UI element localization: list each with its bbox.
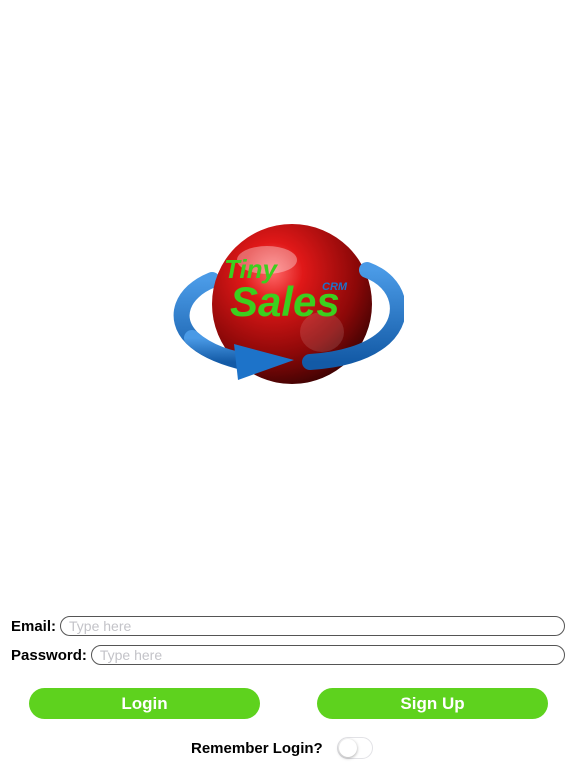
- login-button[interactable]: Login: [29, 688, 260, 719]
- password-label: Password:: [11, 646, 87, 664]
- email-label: Email:: [11, 617, 57, 635]
- password-row: Password:: [11, 644, 565, 666]
- tiny-sales-crm-logo: Tiny Sales CRM: [172, 220, 404, 390]
- password-field[interactable]: [90, 645, 565, 665]
- remember-login-label: Remember Login?: [191, 739, 323, 757]
- logo-text-crm: CRM: [322, 281, 348, 293]
- sign-up-button[interactable]: Sign Up: [317, 688, 548, 719]
- email-row: Email:: [11, 615, 565, 637]
- login-screen: Tiny Sales CRM Email: Password: Login Si…: [0, 0, 576, 768]
- remember-login-row: Remember Login?: [191, 737, 373, 759]
- email-field[interactable]: [60, 616, 565, 636]
- remember-login-toggle[interactable]: [336, 737, 373, 759]
- toggle-knob: [338, 739, 357, 757]
